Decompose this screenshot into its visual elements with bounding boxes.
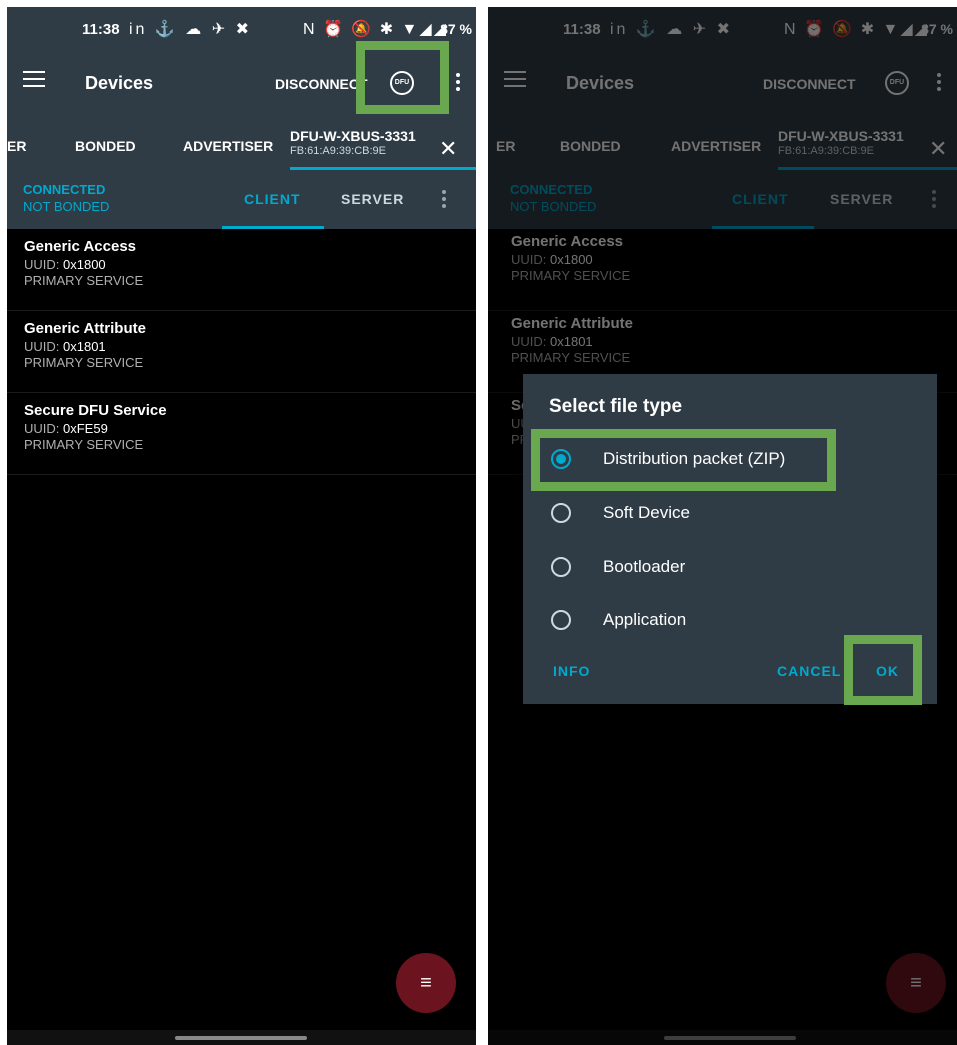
device-address: FB:61:A9:39:CB:9E xyxy=(290,145,386,157)
phone-screen-right: 11:38 in ⚓ ☁ ✈ ✖ N ⏰ 🔕 ✱ ▼◢◢ 87 % Device… xyxy=(488,7,957,1045)
home-pill[interactable] xyxy=(175,1036,307,1040)
status-notification-icons: in ⚓ ☁ ✈ ✖ xyxy=(129,21,252,38)
more-vert-icon[interactable] xyxy=(456,73,460,94)
tab-server[interactable]: SERVER xyxy=(341,191,404,207)
service-name: Generic Access xyxy=(24,238,137,255)
disconnect-button[interactable]: DISCONNECT xyxy=(275,76,368,92)
service-name: Secure DFU Service xyxy=(24,402,167,419)
highlight-zip-option xyxy=(531,429,836,491)
service-item[interactable]: Generic Access UUID: 0x1800 PRIMARY SERV… xyxy=(7,229,476,311)
highlight-ok-button xyxy=(844,635,922,705)
service-uuid: UUID: 0xFE59 xyxy=(24,421,108,436)
radio-icon[interactable] xyxy=(551,557,571,577)
connection-bar: CONNECTED NOT BONDED CLIENT SERVER xyxy=(7,170,476,229)
tab-advertiser[interactable]: ADVERTISER xyxy=(183,138,273,154)
playlist-icon[interactable]: ≡ xyxy=(396,953,456,1013)
more-vert-icon[interactable] xyxy=(442,190,446,211)
device-name: DFU-W-XBUS-3331 xyxy=(290,128,416,144)
tab-bonded[interactable]: BONDED xyxy=(75,138,136,154)
service-uuid: UUID: 0x1801 xyxy=(24,339,106,354)
option-label: Soft Device xyxy=(603,503,690,522)
tab-client[interactable]: CLIENT xyxy=(244,191,301,207)
cancel-button[interactable]: CANCEL xyxy=(777,663,841,679)
phone-screen-left: 11:38 in ⚓ ☁ ✈ ✖ N ⏰ 🔕 ✱ ▼◢◢ 87 % Device… xyxy=(7,7,476,1045)
service-type: PRIMARY SERVICE xyxy=(24,437,144,452)
service-uuid: UUID: 0x1800 xyxy=(24,257,106,272)
service-item[interactable]: Secure DFU Service UUID: 0xFE59 PRIMARY … xyxy=(7,393,476,475)
status-system-icons: N ⏰ 🔕 ✱ ▼◢◢ xyxy=(302,21,448,38)
info-button[interactable]: INFO xyxy=(553,663,590,679)
nav-bar xyxy=(7,1030,476,1045)
service-item[interactable]: Generic Attribute UUID: 0x1801 PRIMARY S… xyxy=(7,311,476,393)
status-time: 11:38 xyxy=(82,21,120,38)
device-tabs: ER BONDED ADVERTISER DFU-W-XBUS-3331 FB:… xyxy=(7,116,476,170)
service-type: PRIMARY SERVICE xyxy=(24,355,144,370)
option-label: Application xyxy=(603,610,687,629)
option-label: Bootloader xyxy=(603,557,686,576)
bond-status: NOT BONDED xyxy=(23,199,110,214)
app-title: Devices xyxy=(85,73,154,93)
tab-device[interactable]: DFU-W-XBUS-3331 FB:61:A9:39:CB:9E xyxy=(290,128,416,157)
service-list: Generic Access UUID: 0x1800 PRIMARY SERV… xyxy=(7,229,476,475)
radio-icon[interactable] xyxy=(551,610,571,630)
battery-percent: 87 % xyxy=(440,21,472,37)
service-name: Generic Attribute xyxy=(24,320,146,337)
tab-scanner-cut[interactable]: ER xyxy=(7,138,26,154)
service-type: PRIMARY SERVICE xyxy=(24,273,144,288)
close-icon[interactable]: ✕ xyxy=(439,136,457,162)
dialog-title: Select file type xyxy=(549,396,683,417)
connection-status: CONNECTED xyxy=(23,182,106,197)
radio-icon[interactable] xyxy=(551,503,571,523)
highlight-dfu xyxy=(356,41,449,114)
menu-icon[interactable] xyxy=(23,71,45,93)
